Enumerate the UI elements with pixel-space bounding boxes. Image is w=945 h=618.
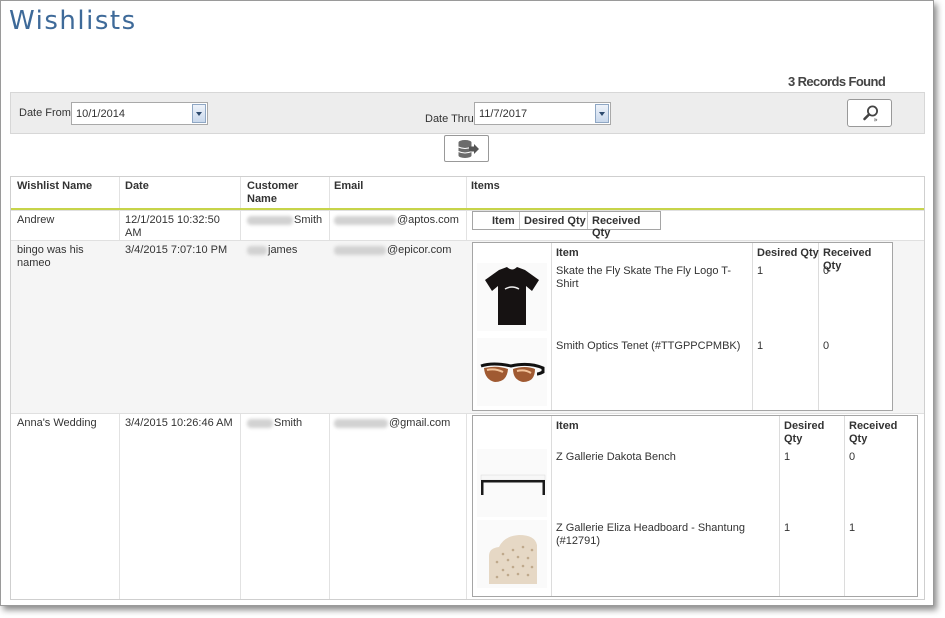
date-thru-label: Date Thru xyxy=(425,113,474,125)
sub-divider xyxy=(551,243,552,410)
wishlist-name: Anna's Wedding xyxy=(17,417,97,429)
database-export-icon xyxy=(458,140,479,158)
bench-image[interactable] xyxy=(477,449,547,517)
email-cell: @aptos.com xyxy=(334,214,459,227)
sub-divider xyxy=(551,416,552,596)
redacted-email xyxy=(334,245,386,255)
wishlist-date: 3/4/2015 10:26:46 AM xyxy=(125,417,233,429)
email-cell: @gmail.com xyxy=(334,417,450,430)
black-tshirt-image[interactable] xyxy=(477,263,547,331)
redacted-name xyxy=(247,418,273,428)
redacted-email xyxy=(334,418,388,428)
item-name: Z Gallerie Eliza Headboard - Shantung (#… xyxy=(556,522,745,547)
item-name: Smith Optics Tenet (#TTGPPCPMBK) xyxy=(556,340,741,352)
customer-name: Smith xyxy=(274,417,303,429)
email-cell: @epicor.com xyxy=(334,244,451,257)
search-button[interactable]: » xyxy=(847,99,892,127)
sub-header-received-qty: Received Qty xyxy=(849,420,898,445)
items-subgrid: Item Desired Qty Received Qty Z Gallerie… xyxy=(472,415,918,597)
redacted-email xyxy=(334,215,396,225)
wishlists-window: Wishlists 3 Records Found Date From 10/1… xyxy=(0,0,934,606)
sub-divider xyxy=(519,212,520,229)
wishlists-table: Wishlist Name Date Customer Name Email I… xyxy=(10,176,925,600)
received-qty: 0 xyxy=(823,340,830,352)
wishlist-date: 12/1/2015 10:32:50 AM xyxy=(125,214,220,239)
customer-name-cell: Smith xyxy=(247,214,322,227)
sub-divider xyxy=(587,212,588,229)
tshirt-icon xyxy=(485,267,539,325)
customer-name-cell: Smith xyxy=(247,417,302,430)
item-name: Z Gallerie Dakota Bench xyxy=(556,451,676,463)
wishlist-name: Andrew xyxy=(17,214,55,226)
filter-bar: Date From 10/1/2014 Date Thru 11/7/2017 … xyxy=(10,92,925,134)
items-subgrid: Item Desired Qty Received Qty Skate the … xyxy=(472,242,893,411)
received-qty: 0 xyxy=(823,265,830,277)
page-title: Wishlists xyxy=(9,6,137,36)
header-wishlist-name[interactable]: Wishlist Name xyxy=(17,180,92,193)
export-button[interactable] xyxy=(444,135,489,162)
sub-header-desired-qty: Desired Qty xyxy=(524,215,586,227)
sub-divider xyxy=(752,243,753,410)
desired-qty: 1 xyxy=(784,451,791,463)
customer-name: Smith xyxy=(294,214,323,226)
sub-divider xyxy=(844,416,845,596)
sub-header-item: Item xyxy=(556,420,579,432)
sub-header-received-qty: Received Qty xyxy=(592,215,641,239)
svg-text:»: » xyxy=(874,116,878,124)
headboard-icon xyxy=(489,535,537,584)
sub-divider xyxy=(818,243,819,410)
header-items[interactable]: Items xyxy=(471,180,500,193)
header-date[interactable]: Date xyxy=(125,180,149,193)
received-qty: 0 xyxy=(849,451,856,463)
email: @epicor.com xyxy=(387,244,452,256)
chevron-down-icon[interactable] xyxy=(595,104,609,123)
records-found-count: 3 Records Found xyxy=(788,74,886,89)
date-thru-value: 11/7/2017 xyxy=(479,108,528,120)
sub-header-desired-qty: Desired Qty xyxy=(784,420,825,445)
sub-header-desired-qty: Desired Qty xyxy=(757,247,819,259)
redacted-name xyxy=(247,215,293,225)
customer-name: james xyxy=(268,244,298,256)
desired-qty: 1 xyxy=(784,522,791,534)
received-qty: 1 xyxy=(849,522,856,534)
customer-name-cell: james xyxy=(247,244,297,257)
wishlist-date: 3/4/2015 7:07:10 PM xyxy=(125,244,228,256)
header-email[interactable]: Email xyxy=(334,180,363,193)
email: @aptos.com xyxy=(397,214,459,226)
sub-header-item: Item xyxy=(492,215,515,227)
item-name: Skate the Fly Skate The Fly Logo T-Shirt xyxy=(556,265,732,290)
wishlist-name: bingo was his nameo xyxy=(17,244,84,269)
sub-divider xyxy=(779,416,780,596)
sub-header-item: Item xyxy=(556,247,579,259)
date-thru-dropdown[interactable]: 11/7/2017 xyxy=(474,102,611,125)
chevron-down-icon[interactable] xyxy=(192,104,206,123)
sunglasses-image[interactable] xyxy=(477,338,547,406)
header-customer-name[interactable]: Customer Name xyxy=(247,180,317,206)
desired-qty: 1 xyxy=(757,340,764,352)
bench-icon xyxy=(480,474,546,495)
items-subgrid-empty: Item Desired Qty Received Qty xyxy=(472,211,661,239)
headboard-image[interactable] xyxy=(477,520,547,588)
redacted-name xyxy=(247,245,267,255)
sunglasses-icon xyxy=(480,362,545,382)
date-from-label: Date From xyxy=(19,107,71,119)
email: @gmail.com xyxy=(389,417,451,429)
sub-header-received-qty: Received Qty xyxy=(823,247,872,272)
date-from-dropdown[interactable]: 10/1/2014 xyxy=(71,102,208,125)
date-from-value: 10/1/2014 xyxy=(76,108,125,120)
table-row[interactable]: Andrew 12/1/2015 10:32:50 AM Smith @apto… xyxy=(11,210,924,240)
magnifier-search-icon: » xyxy=(863,105,878,124)
desired-qty: 1 xyxy=(757,265,764,277)
